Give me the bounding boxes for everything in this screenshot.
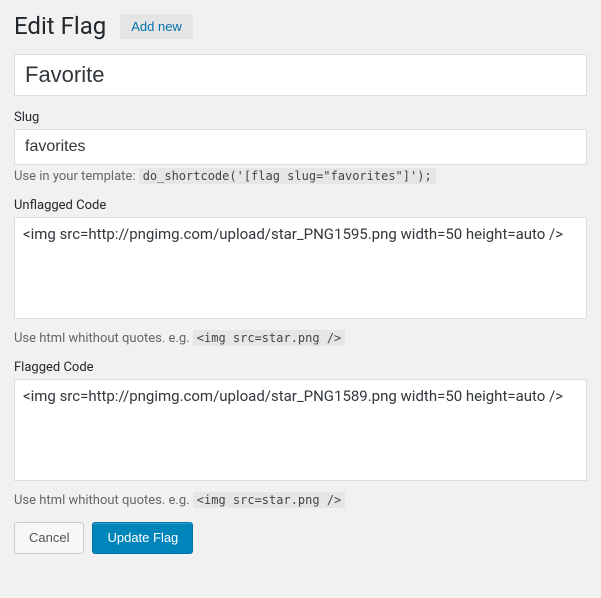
slug-hint: Use in your template: do_shortcode('[fla… (14, 169, 587, 184)
button-row: Cancel Update Flag (14, 522, 587, 554)
cancel-button[interactable]: Cancel (14, 522, 84, 554)
flagged-label: Flagged Code (14, 360, 587, 375)
flagged-code-textarea[interactable]: <img src=http://pngimg.com/upload/star_P… (14, 379, 587, 481)
flag-name-input[interactable] (14, 54, 587, 96)
flagged-hint-code: <img src=star.png /> (193, 492, 346, 508)
slug-label: Slug (14, 110, 587, 125)
unflagged-hint-code: <img src=star.png /> (193, 330, 346, 346)
page-header: Edit Flag Add new (14, 12, 587, 40)
slug-hint-text: Use in your template: (14, 169, 139, 184)
flagged-hint-text: Use html whithout quotes. e.g. (14, 493, 193, 508)
slug-hint-code: do_shortcode('[flag slug="favorites"]'); (139, 168, 436, 184)
unflagged-hint-text: Use html whithout quotes. e.g. (14, 331, 193, 346)
page-title: Edit Flag (14, 12, 106, 40)
add-new-button[interactable]: Add new (120, 14, 193, 39)
unflagged-hint: Use html whithout quotes. e.g. <img src=… (14, 331, 587, 346)
slug-input[interactable] (14, 129, 587, 165)
unflagged-code-textarea[interactable]: <img src=http://pngimg.com/upload/star_P… (14, 217, 587, 319)
unflagged-label: Unflagged Code (14, 198, 587, 213)
update-flag-button[interactable]: Update Flag (92, 522, 193, 554)
flagged-hint: Use html whithout quotes. e.g. <img src=… (14, 493, 587, 508)
